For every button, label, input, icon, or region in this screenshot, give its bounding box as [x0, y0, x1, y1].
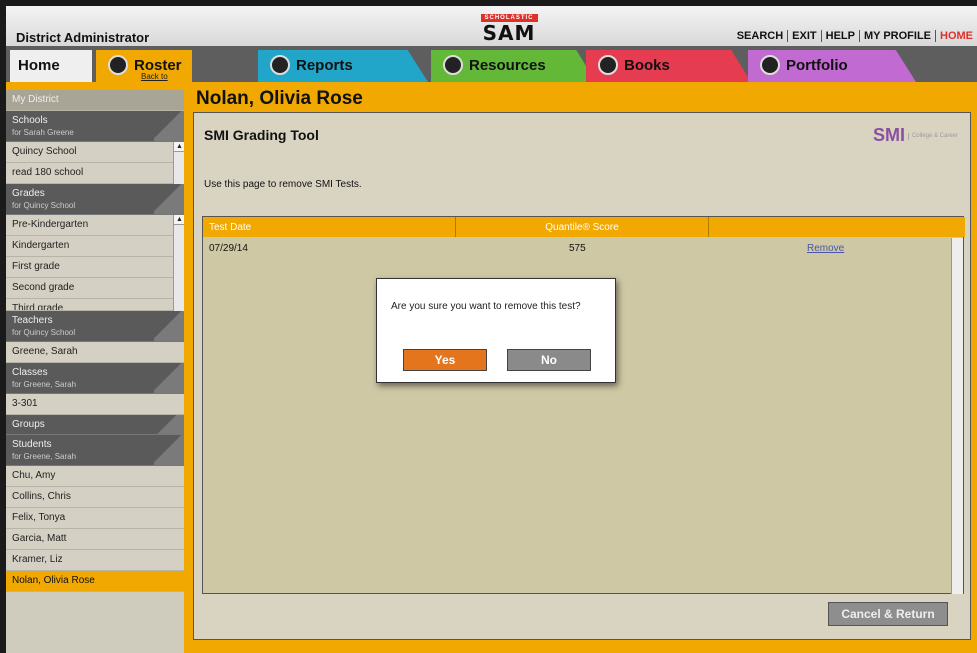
list-item[interactable]: Greene, Sarah: [6, 342, 184, 363]
tests-table: Test Date Quantile® Score 07/29/14 575 R…: [202, 216, 965, 594]
schools-label: Schools: [12, 115, 48, 126]
tab-resources-label: Resources: [469, 57, 546, 74]
schools-for: for Sarah Greene: [12, 128, 74, 137]
table-scrollbar[interactable]: [951, 238, 963, 594]
tab-home[interactable]: Home: [10, 50, 92, 82]
sidebar-section-teachers[interactable]: Teachers for Quincy School: [6, 311, 184, 342]
column-header-action: [709, 217, 965, 237]
grades-list: Pre-Kindergarten Kindergarten First grad…: [6, 215, 184, 311]
list-item[interactable]: Second grade: [6, 278, 184, 299]
scrollbar[interactable]: ▲: [173, 215, 184, 311]
tab-books-label: Books: [624, 57, 670, 74]
list-item-selected[interactable]: Nolan, Olivia Rose: [6, 571, 184, 592]
list-item[interactable]: Pre-Kindergarten: [6, 215, 184, 236]
tab-portfolio-label: Portfolio: [786, 57, 848, 74]
sidebar-section-students[interactable]: Students for Greene, Sarah: [6, 435, 184, 466]
groups-label: Groups: [12, 419, 45, 430]
dialog-message: Are you sure you want to remove this tes…: [391, 301, 581, 312]
list-item[interactable]: Quincy School: [6, 142, 184, 163]
list-item[interactable]: 3-301: [6, 394, 184, 415]
tab-roster[interactable]: Roster Back to Profile: [96, 50, 192, 90]
list-item[interactable]: Garcia, Matt: [6, 529, 184, 550]
list-item[interactable]: Chu, Amy: [6, 466, 184, 487]
my-profile-link[interactable]: MY PROFILE: [858, 30, 935, 42]
exit-link[interactable]: EXIT: [787, 30, 821, 42]
student-name: Nolan, Olivia Rose: [196, 88, 363, 109]
list-item[interactable]: Third grade: [6, 299, 184, 311]
reports-icon: [270, 55, 290, 75]
scroll-up-icon[interactable]: ▲: [174, 142, 184, 152]
grades-for: for Quincy School: [12, 201, 76, 210]
sidebar-section-schools[interactable]: Schools for Sarah Greene: [6, 111, 184, 142]
no-button[interactable]: No: [507, 349, 591, 371]
students-for: for Greene, Sarah: [12, 452, 77, 461]
help-link[interactable]: HELP: [820, 30, 859, 42]
page-title: SMI Grading Tool: [204, 127, 319, 143]
scrollbar[interactable]: ▲: [173, 142, 184, 184]
header: District Administrator SCHOLASTIC SAM SE…: [6, 6, 977, 46]
tab-portfolio[interactable]: Portfolio: [748, 50, 916, 82]
teachers-for: for Quincy School: [12, 328, 76, 337]
schools-list: Quincy School read 180 school ▲: [6, 142, 184, 184]
instruction-text: Use this page to remove SMI Tests.: [204, 179, 362, 190]
tab-resources[interactable]: Resources: [431, 50, 596, 82]
column-header-test-date: Test Date: [203, 217, 456, 237]
top-links: SEARCH EXIT HELP MY PROFILE HOME: [733, 30, 977, 42]
sidebar-section-grades[interactable]: Grades for Quincy School: [6, 184, 184, 215]
tab-books[interactable]: Books: [586, 50, 751, 82]
cell-quantile-score: 575: [569, 243, 586, 254]
sidebar-section-classes[interactable]: Classes for Greene, Sarah: [6, 363, 184, 394]
students-label: Students: [12, 439, 52, 450]
smi-logo: SMI College & Career: [873, 125, 958, 146]
confirm-remove-dialog: Are you sure you want to remove this tes…: [376, 278, 616, 383]
classes-label: Classes: [12, 367, 48, 378]
sam-wordmark: SAM: [482, 21, 536, 45]
list-item[interactable]: Kindergarten: [6, 236, 184, 257]
grades-label: Grades: [12, 188, 45, 199]
classes-for: for Greene, Sarah: [12, 380, 77, 389]
user-role: District Administrator: [16, 30, 150, 45]
scroll-up-icon[interactable]: ▲: [174, 215, 184, 225]
sidebar-my-district[interactable]: My District: [6, 90, 184, 111]
list-item[interactable]: read 180 school: [6, 163, 184, 184]
cancel-and-return-button[interactable]: Cancel & Return: [828, 602, 948, 626]
resources-icon: [443, 55, 463, 75]
roster-icon: [108, 55, 128, 75]
yes-button[interactable]: Yes: [403, 349, 487, 371]
portfolio-icon: [760, 55, 780, 75]
tab-reports-label: Reports: [296, 57, 353, 74]
cell-test-date: 07/29/14: [209, 243, 248, 254]
list-item[interactable]: Felix, Tonya: [6, 508, 184, 529]
search-link[interactable]: SEARCH: [733, 30, 787, 42]
tab-reports[interactable]: Reports: [258, 50, 428, 82]
list-item[interactable]: First grade: [6, 257, 184, 278]
remove-link[interactable]: Remove: [807, 243, 844, 254]
home-link[interactable]: HOME: [935, 30, 977, 42]
sidebar: My District Schools for Sarah Greene Qui…: [6, 90, 184, 653]
list-item[interactable]: Collins, Chris: [6, 487, 184, 508]
teachers-label: Teachers: [12, 315, 53, 326]
books-icon: [598, 55, 618, 75]
column-header-quantile-score: Quantile® Score: [456, 217, 709, 237]
sidebar-section-groups[interactable]: Groups: [6, 415, 184, 435]
smi-logo-text: SMI: [872, 125, 905, 145]
smi-logo-tag: College & Career: [907, 132, 958, 140]
tab-bar: Home Roster Back to Profile Reports Reso…: [6, 46, 977, 90]
sam-logo: SCHOLASTIC SAM: [454, 10, 564, 46]
list-item[interactable]: Kramer, Liz: [6, 550, 184, 571]
